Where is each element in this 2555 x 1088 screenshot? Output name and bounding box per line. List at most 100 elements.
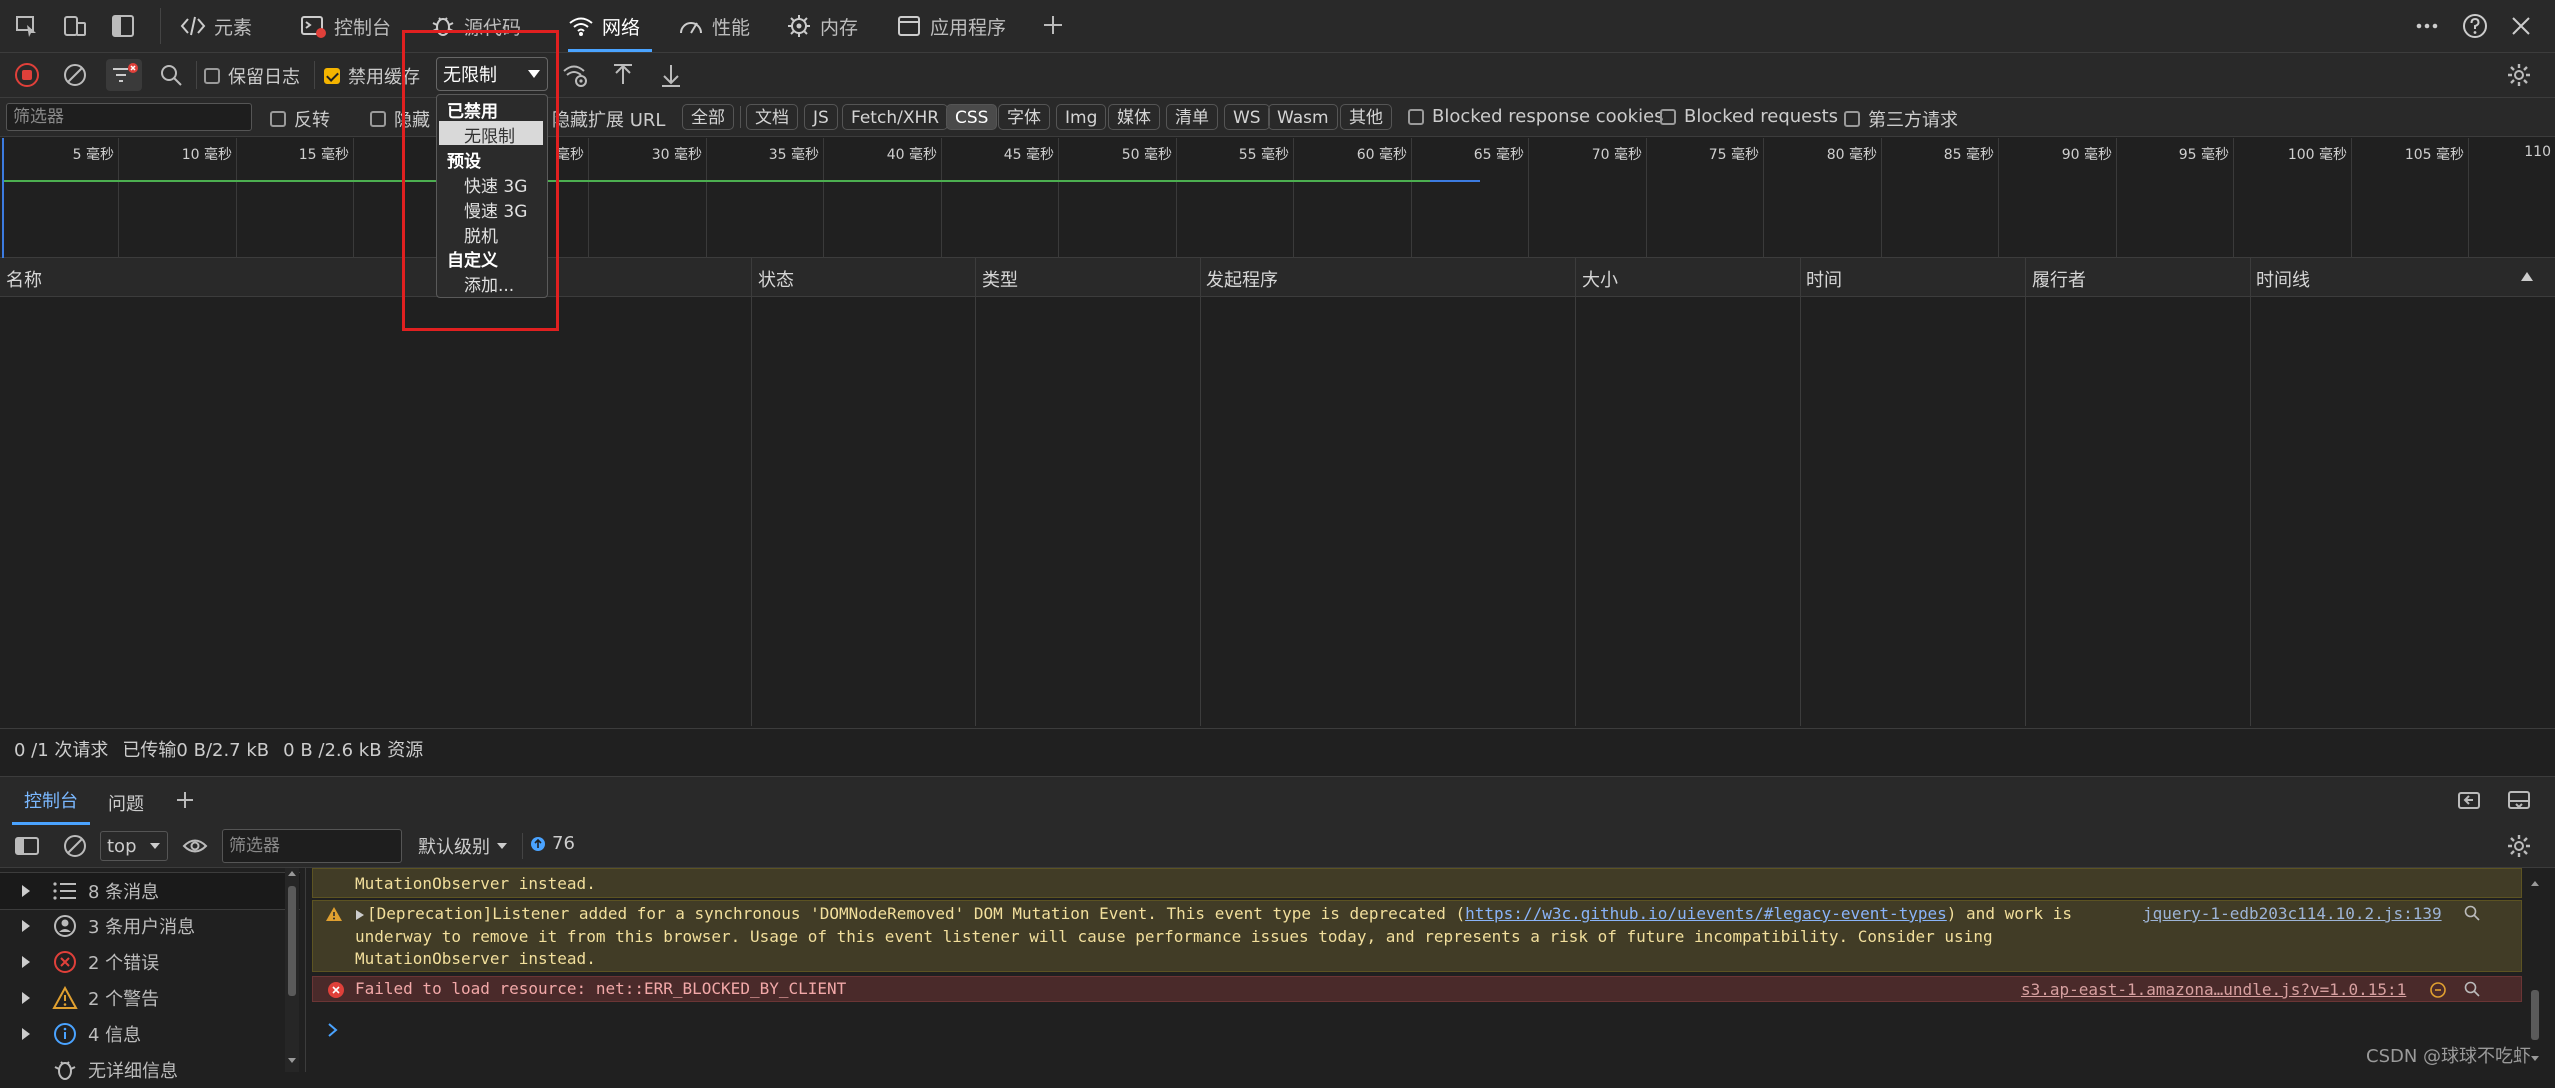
- tab-elements[interactable]: 元素: [180, 0, 252, 52]
- expand-arrow-icon[interactable]: [355, 909, 365, 921]
- checkbox-box[interactable]: [270, 111, 286, 127]
- filter-type-wasm[interactable]: Wasm: [1268, 104, 1338, 130]
- column-status[interactable]: 状态: [758, 266, 794, 292]
- sidebar-item-warnings[interactable]: 2 个警告: [0, 980, 300, 1016]
- timeline-gridline: [588, 138, 589, 258]
- filter-type-manifest[interactable]: 清单: [1166, 104, 1218, 130]
- preserve-log-checkbox[interactable]: 保留日志: [204, 63, 300, 89]
- filter-toggle-button[interactable]: [106, 59, 142, 91]
- import-har-icon[interactable]: [610, 62, 636, 88]
- search-source-icon[interactable]: [2463, 980, 2481, 998]
- tab-console[interactable]: 控制台: [300, 0, 391, 52]
- console-warning-truncated[interactable]: MutationObserver instead.: [312, 868, 2522, 898]
- network-conditions-icon[interactable]: [562, 62, 590, 88]
- request-list-body[interactable]: [0, 297, 2555, 725]
- tab-application[interactable]: 应用程序: [896, 0, 1006, 52]
- sort-ascending-icon[interactable]: [2520, 270, 2534, 282]
- sidebar-item-verbose[interactable]: 无详细信息: [0, 1052, 300, 1088]
- third-party-checkbox[interactable]: 第三方请求: [1844, 106, 1958, 132]
- device-emulation-icon[interactable]: [62, 13, 88, 39]
- filter-type-doc[interactable]: 文档: [746, 104, 798, 130]
- tab-performance[interactable]: 性能: [678, 0, 750, 52]
- checkbox-box[interactable]: [1660, 108, 1676, 125]
- warning-text: MutationObserver instead.: [355, 874, 596, 893]
- console-warning-message[interactable]: [Deprecation]Listener added for a synchr…: [312, 900, 2522, 972]
- context-selector[interactable]: top: [100, 831, 168, 861]
- timeline-gridline: [1176, 138, 1177, 258]
- third-party-label: 第三方请求: [1868, 110, 1958, 131]
- filter-type-font[interactable]: 字体: [998, 104, 1050, 130]
- tab-network[interactable]: 网络: [568, 0, 653, 52]
- column-size[interactable]: 大小: [1582, 266, 1618, 292]
- record-stop-icon[interactable]: [14, 62, 40, 88]
- live-expression-eye-icon[interactable]: [182, 835, 208, 857]
- search-icon[interactable]: [158, 62, 184, 88]
- column-initiator[interactable]: 发起程序: [1206, 266, 1278, 292]
- resources-size: 0 B /2.6 kB 资源: [283, 739, 424, 761]
- invert-label: 反转: [294, 110, 330, 131]
- filter-type-img[interactable]: Img: [1056, 104, 1107, 130]
- show-sidebar-icon[interactable]: [14, 833, 40, 859]
- column-name[interactable]: 名称: [6, 266, 42, 292]
- tab-memory[interactable]: 内存: [786, 0, 858, 52]
- invert-checkbox[interactable]: 反转: [270, 106, 330, 132]
- close-drawer-icon[interactable]: [2506, 788, 2532, 812]
- sidebar-item-messages[interactable]: 8 条消息: [0, 872, 300, 910]
- inspect-element-icon[interactable]: [14, 13, 40, 39]
- checkbox-box[interactable]: [1408, 108, 1424, 125]
- add-drawer-tab-icon[interactable]: [172, 787, 198, 813]
- network-filter-input[interactable]: [6, 103, 252, 131]
- timeline-tick-label: 80 毫秒: [1826, 147, 1877, 163]
- console-prompt-icon[interactable]: [326, 1022, 340, 1038]
- column-time[interactable]: 时间: [1806, 266, 1842, 292]
- filter-type-all[interactable]: 全部: [682, 104, 734, 130]
- clear-icon[interactable]: [62, 62, 88, 88]
- error-source-link[interactable]: s3.ap-east-1.amazona…undle.js?v=1.0.15:1: [2021, 979, 2406, 1001]
- log-levels-dropdown[interactable]: 默认级别: [418, 833, 508, 859]
- add-tab-icon[interactable]: [1040, 12, 1066, 38]
- console-filter-input[interactable]: [222, 829, 402, 863]
- undock-drawer-icon[interactable]: [2456, 788, 2482, 812]
- export-har-icon[interactable]: [658, 62, 684, 88]
- column-fulfilled-by[interactable]: 履行者: [2032, 266, 2086, 292]
- sidebar-item-errors[interactable]: 2 个错误: [0, 944, 300, 980]
- drawer-tab-console[interactable]: 控制台: [12, 777, 90, 825]
- checkbox-box[interactable]: [204, 68, 220, 84]
- column-type[interactable]: 类型: [982, 266, 1018, 292]
- network-request-icon[interactable]: [2429, 981, 2447, 999]
- column-waterfall[interactable]: 时间线: [2256, 266, 2310, 292]
- filter-type-fetch-xhr[interactable]: Fetch/XHR: [842, 104, 949, 130]
- tab-label: 控制台: [334, 16, 392, 39]
- timeline-gridline: [2468, 138, 2469, 258]
- sidebar-item-info[interactable]: 4 信息: [0, 1016, 300, 1052]
- checkbox-box[interactable]: [370, 111, 386, 127]
- sidebar-scrollbar[interactable]: [285, 868, 299, 1072]
- blocked-requests-checkbox[interactable]: Blocked requests: [1660, 106, 1838, 127]
- blocked-response-cookies-checkbox[interactable]: Blocked response cookies: [1408, 106, 1664, 127]
- console-settings-gear-icon[interactable]: [2506, 833, 2532, 859]
- help-icon[interactable]: [2462, 13, 2488, 39]
- dock-side-icon[interactable]: [110, 13, 136, 39]
- warning-line-2: underway to remove it from this browser.…: [355, 926, 1993, 946]
- more-options-icon[interactable]: [2414, 13, 2440, 39]
- issues-counter[interactable]: 76: [530, 833, 575, 854]
- console-error-message[interactable]: Failed to load resource: net::ERR_BLOCKE…: [312, 976, 2522, 1002]
- filter-type-css[interactable]: CSS: [946, 104, 998, 130]
- clear-console-icon[interactable]: [62, 833, 88, 859]
- search-source-icon[interactable]: [2463, 904, 2481, 922]
- drawer-tab-issues[interactable]: 问题: [108, 790, 144, 816]
- sidebar-item-user-messages[interactable]: 3 条用户消息: [0, 908, 300, 944]
- filter-type-ws[interactable]: WS: [1224, 104, 1270, 130]
- checkbox-box[interactable]: [1844, 111, 1860, 127]
- console-messages[interactable]: MutationObserver instead. [Deprecation]L…: [306, 868, 2522, 1072]
- timeline-tick-label: 85 毫秒: [1943, 147, 1994, 163]
- network-settings-gear-icon[interactable]: [2506, 62, 2532, 88]
- filter-type-js[interactable]: JS: [804, 104, 838, 130]
- warning-source-link[interactable]: jquery-1-edb203c114.10.2.js:139: [2143, 903, 2442, 926]
- hide-extension-urls-label[interactable]: 隐藏扩展 URL: [552, 106, 665, 132]
- close-devtools-icon[interactable]: [2508, 13, 2534, 39]
- deprecation-doc-link[interactable]: https://w3c.github.io/uievents/#legacy-e…: [1465, 904, 1947, 923]
- filter-type-other[interactable]: 其他: [1340, 104, 1392, 130]
- filter-type-media[interactable]: 媒体: [1108, 104, 1160, 130]
- checkbox-box[interactable]: [324, 68, 340, 84]
